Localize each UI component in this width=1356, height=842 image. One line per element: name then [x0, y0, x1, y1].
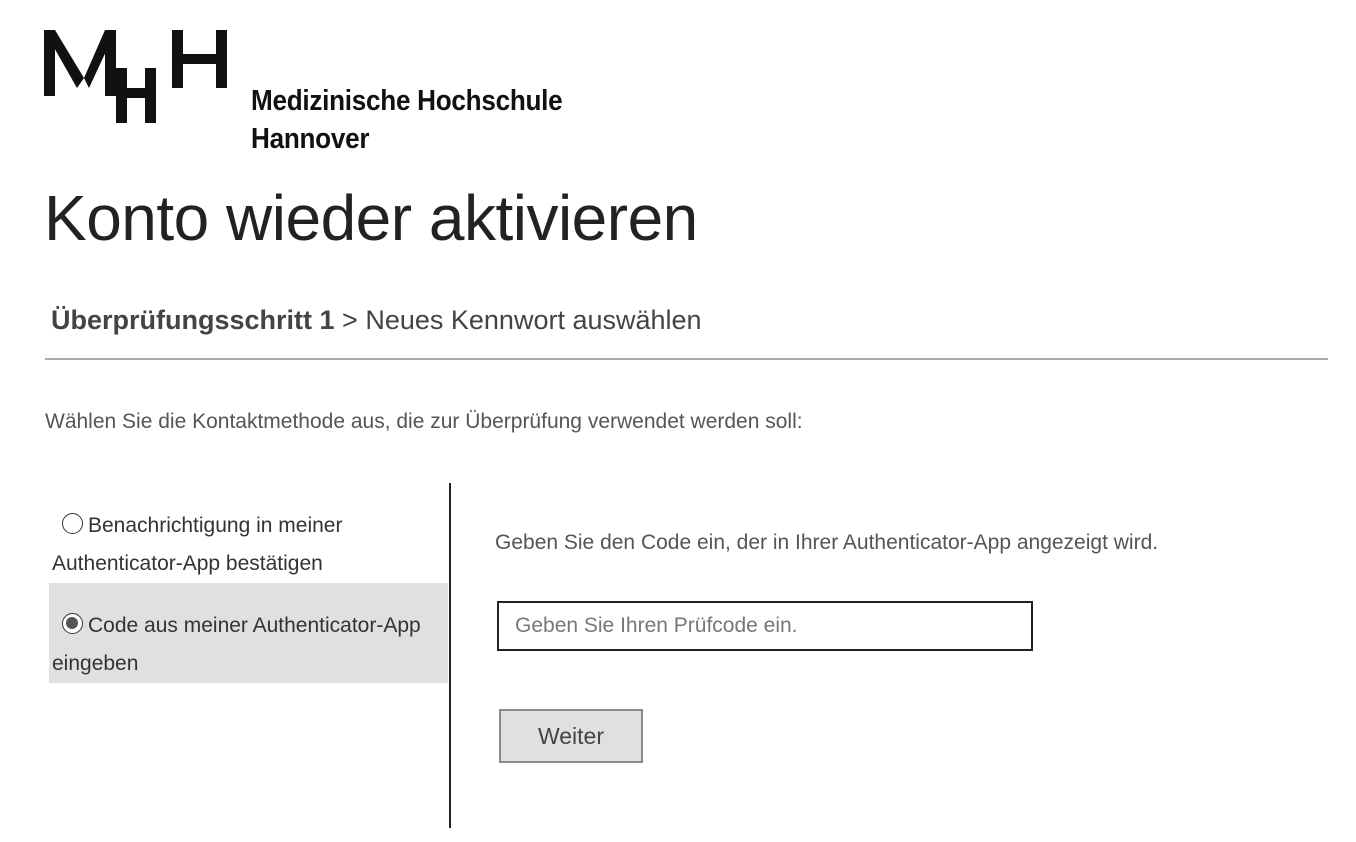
radio-button-checked[interactable]	[62, 613, 83, 634]
mhh-logo-mark-icon	[44, 30, 227, 123]
verification-code-input[interactable]	[497, 601, 1033, 651]
breadcrumb: Überprüfungsschritt 1 > Neues Kennwort a…	[51, 305, 702, 336]
radio-button[interactable]	[62, 513, 83, 534]
method-option-notification[interactable]: Benachrichtigung in meiner Authenticator…	[49, 483, 448, 583]
org-name-line2: Hannover	[251, 123, 370, 155]
code-prompt: Geben Sie den Code ein, der in Ihrer Aut…	[495, 531, 1159, 554]
breadcrumb-separator: >	[342, 305, 358, 335]
organization-name: Medizinische Hochschule Hannover	[251, 82, 563, 158]
mhh-logo: Medizinische Hochschule Hannover	[44, 30, 644, 160]
page-title: Konto wieder aktivieren	[44, 182, 698, 254]
divider	[45, 358, 1328, 360]
method-option-label: Benachrichtigung in meiner Authenticator…	[52, 514, 343, 575]
org-name-line1: Medizinische Hochschule	[251, 85, 563, 117]
method-option-code[interactable]: Code aus meiner Authenticator-App eingeb…	[49, 583, 448, 683]
breadcrumb-active-step: Überprüfungsschritt 1	[51, 305, 335, 335]
next-button[interactable]: Weiter	[499, 709, 643, 763]
breadcrumb-next-step: Neues Kennwort auswählen	[365, 305, 702, 335]
vertical-separator	[449, 483, 451, 828]
instruction-text: Wählen Sie die Kontaktmethode aus, die z…	[45, 410, 803, 433]
method-option-label: Code aus meiner Authenticator-App eingeb…	[52, 614, 421, 675]
